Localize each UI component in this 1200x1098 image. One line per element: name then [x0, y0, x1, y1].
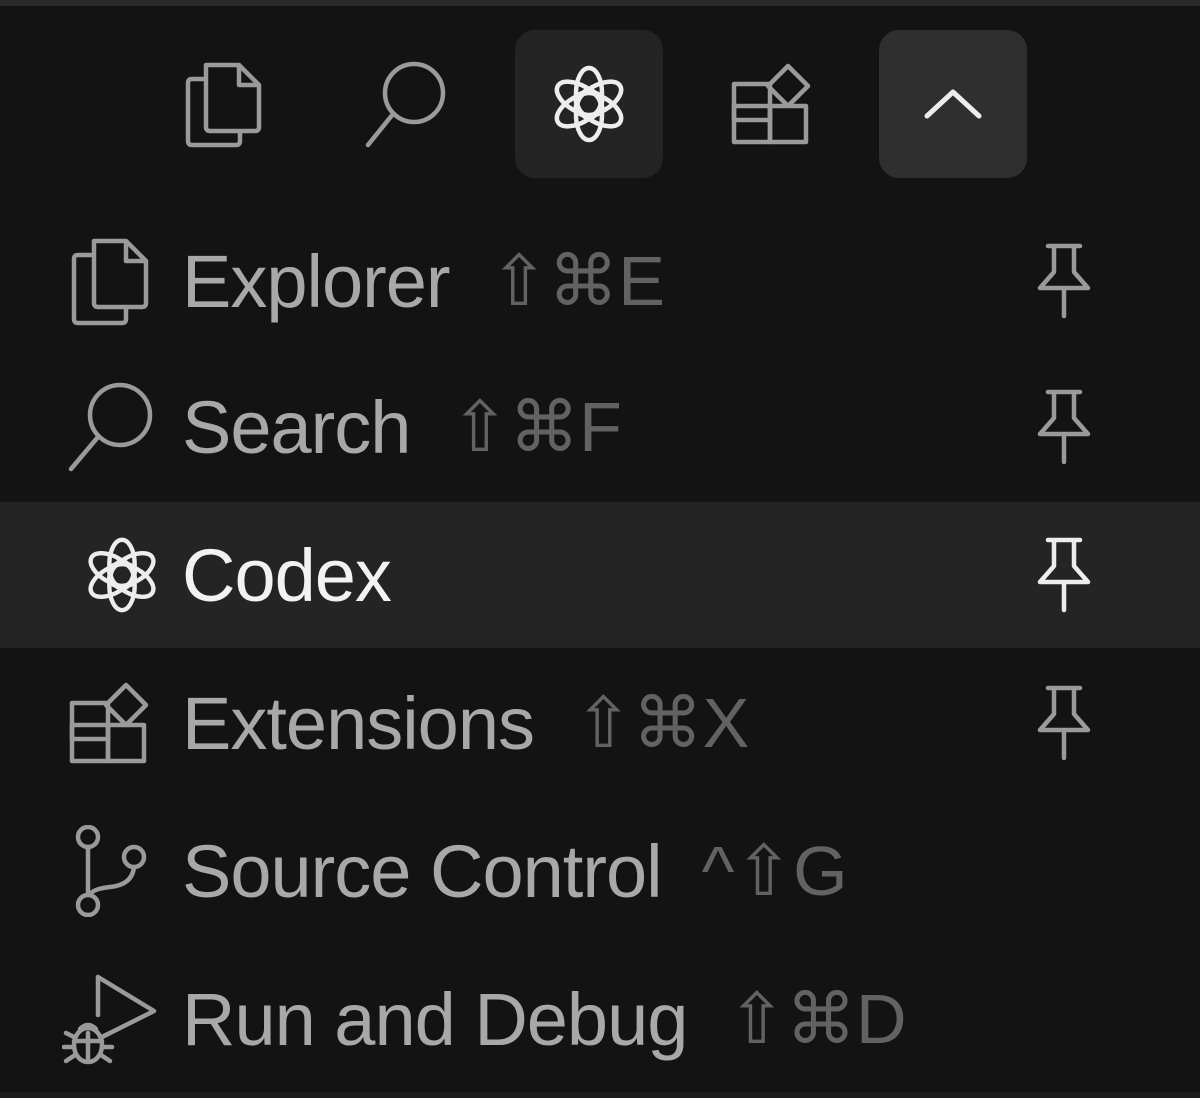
menu-item-search[interactable]: Search ⇧⌘F: [0, 354, 1200, 500]
files-icon: [185, 62, 262, 148]
menu-item-label: Codex: [182, 533, 392, 617]
extensions-icon: [731, 63, 811, 145]
bottom-border: [0, 1092, 1200, 1098]
codex-icon: [554, 65, 624, 143]
top-border: [0, 0, 1200, 6]
pin-icon[interactable]: [1030, 387, 1098, 467]
collapse-menu-button[interactable]: [879, 30, 1027, 178]
activity-explorer-button[interactable]: [150, 30, 298, 178]
menu-item-source-control[interactable]: Source Control ^⇧G: [0, 798, 1200, 944]
source-control-icon: [60, 821, 160, 921]
keyboard-shortcut: ⇧⌘F: [450, 388, 622, 466]
keyboard-shortcut: ^⇧G: [701, 832, 848, 910]
menu-item-label: Search: [182, 385, 411, 469]
menu-item-label: Extensions: [182, 681, 535, 765]
activity-codex-button[interactable]: [515, 30, 663, 178]
menu-item-codex[interactable]: Codex: [0, 502, 1200, 648]
search-icon: [60, 377, 160, 477]
activity-extensions-button[interactable]: [698, 30, 846, 178]
chevron-up-icon: [924, 89, 982, 119]
menu-item-label: Source Control: [182, 829, 663, 913]
activity-bar: [0, 30, 1200, 180]
menu-item-extensions[interactable]: Extensions ⇧⌘X: [0, 650, 1200, 796]
pin-icon[interactable]: [1030, 241, 1098, 321]
menu-item-run-and-debug[interactable]: Run and Debug ⇧⌘D: [0, 946, 1200, 1092]
run-debug-icon: [60, 969, 160, 1069]
codex-icon: [72, 525, 172, 625]
files-icon: [60, 231, 160, 331]
menu-item-label: Run and Debug: [182, 977, 688, 1061]
menu-item-label: Explorer: [182, 239, 451, 323]
menu-item-explorer[interactable]: Explorer ⇧⌘E: [0, 208, 1200, 354]
pin-icon[interactable]: [1030, 683, 1098, 763]
extensions-icon: [60, 673, 160, 773]
keyboard-shortcut: ⇧⌘E: [489, 242, 665, 320]
search-icon: [365, 61, 446, 148]
keyboard-shortcut: ⇧⌘D: [727, 980, 907, 1058]
activity-search-button[interactable]: [333, 30, 481, 178]
keyboard-shortcut: ⇧⌘X: [573, 684, 750, 762]
pin-icon[interactable]: [1030, 535, 1098, 615]
